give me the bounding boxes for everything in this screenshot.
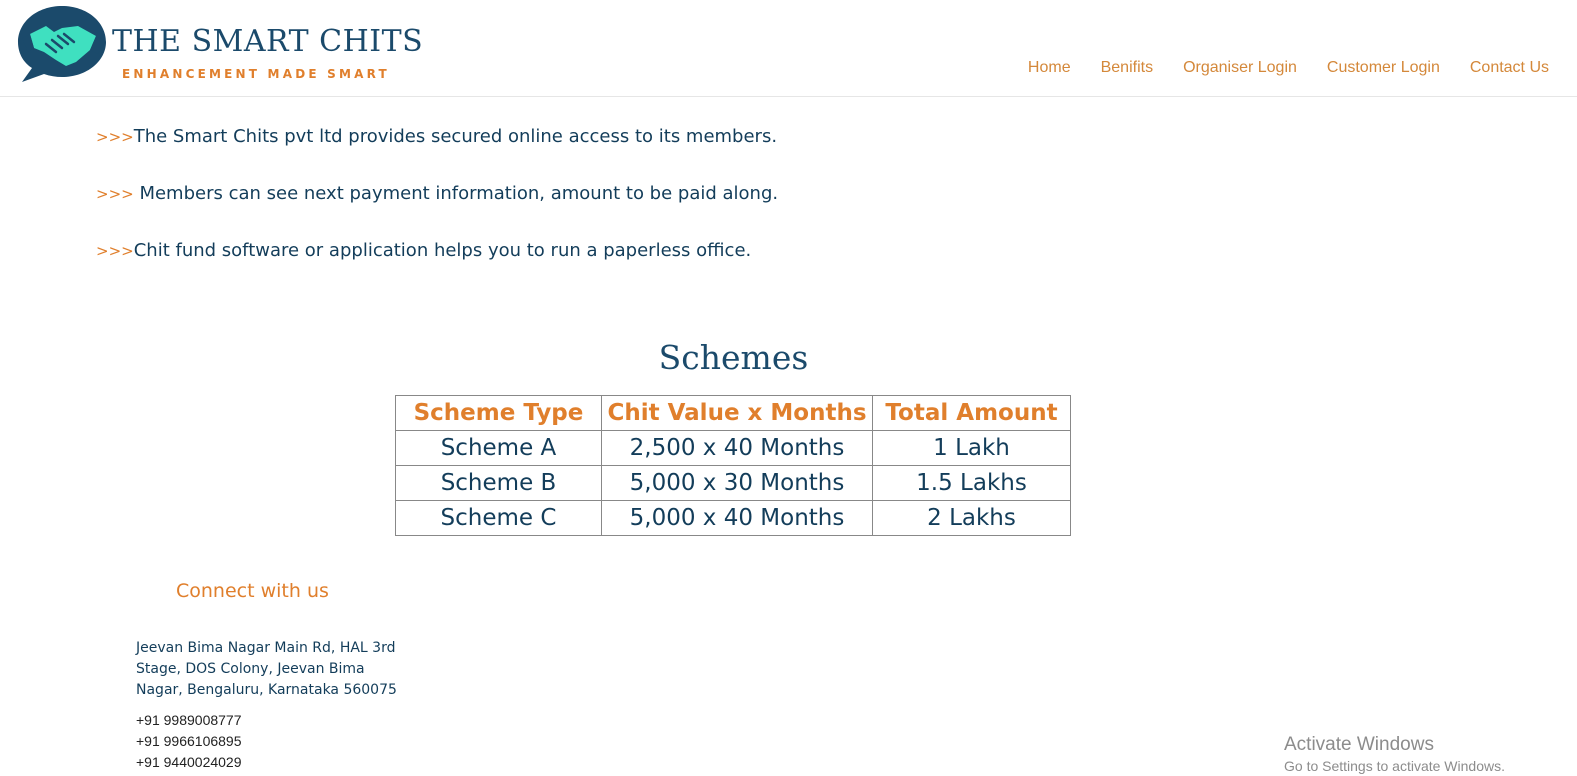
column-header: Chit Value x Months xyxy=(601,395,873,431)
table-header-row: Scheme Type Chit Value x Months Total Am… xyxy=(395,395,1071,431)
arrow-marker: >>> xyxy=(96,242,134,260)
feature-text: The Smart Chits pvt ltd provides secured… xyxy=(133,126,778,147)
page: THE SMART CHITS ENHANCEMENT MADE SMART H… xyxy=(0,0,1577,776)
feature-point: >>>The Smart Chits pvt ltd provides secu… xyxy=(96,126,778,183)
feature-text: Members can see next payment information… xyxy=(133,183,779,204)
logo[interactable]: THE SMART CHITS ENHANCEMENT MADE SMART xyxy=(16,4,423,88)
table-cell: Scheme C xyxy=(395,500,602,536)
table-row: Scheme B 5,000 x 30 Months 1.5 Lakhs xyxy=(395,465,1071,501)
table-cell: Scheme B xyxy=(395,465,602,501)
table-cell: 2 Lakhs xyxy=(872,500,1071,536)
column-header: Total Amount xyxy=(872,395,1071,431)
table-cell: Scheme A xyxy=(395,430,602,466)
main-nav: Home Benifits Organiser Login Customer L… xyxy=(1028,59,1549,77)
phone-number[interactable]: +91 9966106895 xyxy=(136,731,242,752)
address-block: Jeevan Bima Nagar Main Rd, HAL 3rd Stage… xyxy=(136,638,411,701)
phone-number[interactable]: +91 9440024029 xyxy=(136,752,242,773)
column-header: Scheme Type xyxy=(395,395,602,431)
feature-text: Chit fund software or application helps … xyxy=(133,240,752,261)
watermark-title: Activate Windows xyxy=(1284,734,1434,755)
table-cell: 1 Lakh xyxy=(872,430,1071,466)
nav-contact-us[interactable]: Contact Us xyxy=(1470,59,1549,77)
arrow-marker: >>> xyxy=(96,185,134,203)
feature-point: >>> Members can see next payment informa… xyxy=(96,183,778,240)
table-cell: 2,500 x 40 Months xyxy=(601,430,873,466)
brand-tagline: ENHANCEMENT MADE SMART xyxy=(122,67,390,81)
feature-point: >>>Chit fund software or application hel… xyxy=(96,240,778,297)
watermark-subtitle: Go to Settings to activate Windows. xyxy=(1284,758,1505,774)
address-line: Stage, DOS Colony, Jeevan Bima xyxy=(136,661,365,677)
address-line: Jeevan Bima Nagar Main Rd, HAL 3rd xyxy=(136,640,396,656)
schemes-table: Scheme Type Chit Value x Months Total Am… xyxy=(395,395,1071,536)
handshake-chat-icon xyxy=(18,6,106,82)
nav-benifits[interactable]: Benifits xyxy=(1101,59,1153,77)
arrow-marker: >>> xyxy=(96,128,134,146)
site-header: THE SMART CHITS ENHANCEMENT MADE SMART H… xyxy=(0,0,1577,97)
table-cell: 1.5 Lakhs xyxy=(872,465,1071,501)
table-cell: 5,000 x 40 Months xyxy=(601,500,873,536)
activate-windows-watermark: Activate Windows Go to Settings to activ… xyxy=(1284,733,1505,775)
schemes-heading: Schemes xyxy=(658,338,809,377)
phone-number[interactable]: +91 9989008777 xyxy=(136,710,242,731)
nav-organiser-login[interactable]: Organiser Login xyxy=(1183,59,1297,77)
table-cell: 5,000 x 30 Months xyxy=(601,465,873,501)
table-row: Scheme C 5,000 x 40 Months 2 Lakhs xyxy=(395,500,1071,536)
nav-home[interactable]: Home xyxy=(1028,59,1071,77)
address-line: Nagar, Bengaluru, Karnataka 560075 xyxy=(136,682,397,698)
connect-heading: Connect with us xyxy=(176,580,329,602)
feature-points: >>>The Smart Chits pvt ltd provides secu… xyxy=(96,126,778,297)
nav-customer-login[interactable]: Customer Login xyxy=(1327,59,1440,77)
phone-list: +91 9989008777 +91 9966106895 +91 944002… xyxy=(136,710,242,773)
brand-title: THE SMART CHITS xyxy=(112,24,424,59)
table-row: Scheme A 2,500 x 40 Months 1 Lakh xyxy=(395,430,1071,466)
